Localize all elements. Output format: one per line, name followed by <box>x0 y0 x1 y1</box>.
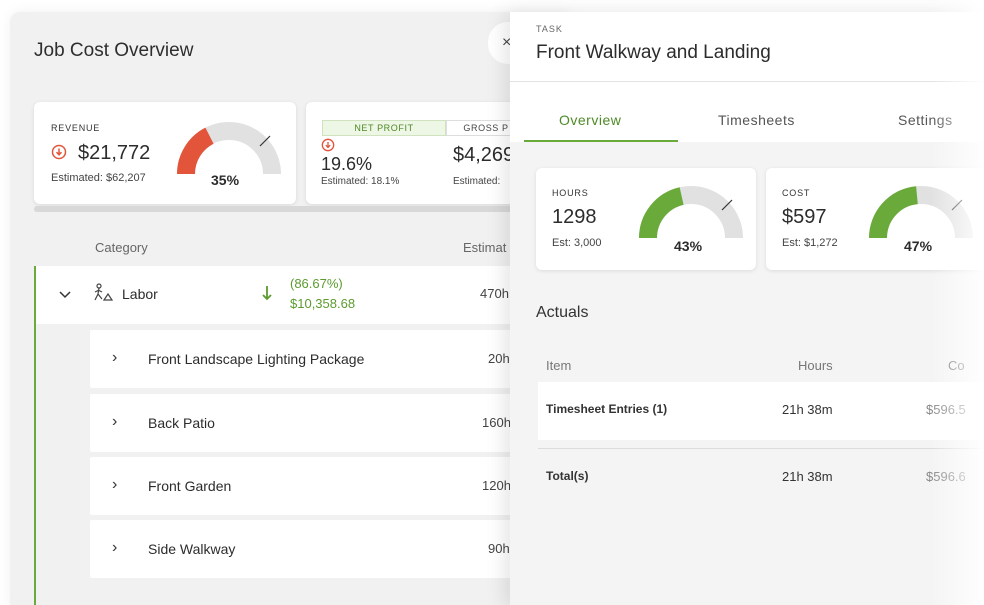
labor-variance-amount: $10,358.68 <box>290 296 356 311</box>
task-tabs: Overview Timesheets Settings <box>510 82 984 142</box>
hours-gauge <box>639 186 743 239</box>
horizontal-scrollbar[interactable] <box>34 206 514 212</box>
revenue-value: $21,772 <box>78 142 151 164</box>
cost-card: COST $597 Est: $1,272 47% <box>766 168 984 270</box>
list-item[interactable]: › Back Patio 160h <box>90 394 560 452</box>
profit-card: NET PROFIT GROSS P 19.6% Estimated: 18.1… <box>306 102 526 204</box>
chevron-right-icon[interactable]: › <box>112 476 117 494</box>
column-header-category: Category <box>95 240 148 255</box>
hours-card: HOURS 1298 Est: 3,000 43% <box>536 168 756 270</box>
cost-estimated: Est: $1,272 <box>782 237 838 249</box>
job-cost-overview: Job Cost Overview REVENUE $21,772 Estima… <box>10 12 570 605</box>
revenue-card: REVENUE $21,772 Estimated: $62,207 35% <box>34 102 296 204</box>
down-arrow-circle-icon <box>51 144 67 160</box>
revenue-label: REVENUE <box>51 123 101 133</box>
category-label: Labor <box>122 286 158 302</box>
tab-timesheets[interactable]: Timesheets <box>718 112 795 128</box>
labor-worker-icon <box>94 283 114 301</box>
column-header-estimated: Estimat <box>463 240 507 255</box>
row-item: Timesheet Entries (1) <box>546 402 668 416</box>
hours-value: 1298 <box>552 206 597 228</box>
active-tab-indicator <box>524 140 678 142</box>
list-item[interactable]: › Side Walkway 90h <box>90 520 560 578</box>
list-item-label: Side Walkway <box>148 541 236 557</box>
list-item-label: Front Garden <box>148 478 232 494</box>
actuals-title: Actuals <box>536 304 589 321</box>
totals-row: Total(s) 21h 38m $596.6 <box>538 448 984 506</box>
row-cost: $596.5 <box>926 402 966 417</box>
chevron-down-icon[interactable] <box>58 290 72 300</box>
cost-gauge-fill <box>869 186 919 239</box>
down-arrow-circle-icon <box>321 138 335 152</box>
column-header-item: Item <box>546 358 572 373</box>
list-item-label: Front Landscape Lighting Package <box>148 351 365 367</box>
column-header-cost: Co <box>948 358 965 373</box>
list-item-label: Back Patio <box>148 415 215 431</box>
cost-gauge <box>869 186 973 239</box>
task-panel: TASK Front Walkway and Landing Overview … <box>510 12 984 605</box>
net-profit-value: 19.6% <box>321 154 373 174</box>
list-item[interactable]: › Front Garden 120h <box>90 457 560 515</box>
column-header-hours: Hours <box>798 358 833 373</box>
task-header: TASK Front Walkway and Landing <box>510 12 984 82</box>
cost-percent: 47% <box>904 238 933 254</box>
row-hours: 21h 38m <box>782 402 833 417</box>
total-cost: $596.6 <box>926 469 966 484</box>
task-title: Front Walkway and Landing <box>536 42 771 63</box>
revenue-estimated: Estimated: $62,207 <box>51 172 146 184</box>
list-item[interactable]: › Front Landscape Lighting Package 20h <box>90 330 560 388</box>
labor-variance-percent: (86.67%) <box>290 276 343 291</box>
page-title: Job Cost Overview <box>34 40 194 61</box>
down-arrow-icon <box>262 286 272 301</box>
chevron-right-icon[interactable]: › <box>112 413 117 431</box>
total-hours: 21h 38m <box>782 469 833 484</box>
labor-estimated: 470h <box>480 286 509 301</box>
table-row[interactable]: Timesheet Entries (1) 21h 38m $596.5 <box>538 382 984 440</box>
cost-value: $597 <box>782 206 827 228</box>
category-row-labor[interactable]: Labor (86.67%) $10,358.68 470h <box>36 266 556 324</box>
total-label: Total(s) <box>546 469 589 483</box>
chevron-right-icon[interactable]: › <box>112 349 117 367</box>
gross-profit-estimated: Estimated: <box>453 176 501 187</box>
chevron-right-icon[interactable]: › <box>112 539 117 557</box>
revenue-gauge <box>177 122 281 175</box>
hours-gauge-fill <box>639 187 685 239</box>
revenue-percent: 35% <box>211 172 240 188</box>
hours-percent: 43% <box>674 238 703 254</box>
tab-settings[interactable]: Settings <box>898 112 953 128</box>
tab-net-profit[interactable]: NET PROFIT <box>322 120 446 136</box>
hours-label: HOURS <box>552 188 589 198</box>
hours-estimated: Est: 3,000 <box>552 237 602 249</box>
cost-label: COST <box>782 188 811 198</box>
task-label: TASK <box>536 24 563 34</box>
tab-overview[interactable]: Overview <box>559 112 621 128</box>
revenue-gauge-fill <box>177 127 215 175</box>
net-profit-estimated: Estimated: 18.1% <box>321 176 400 187</box>
gross-profit-value: $4,269 <box>453 144 515 166</box>
